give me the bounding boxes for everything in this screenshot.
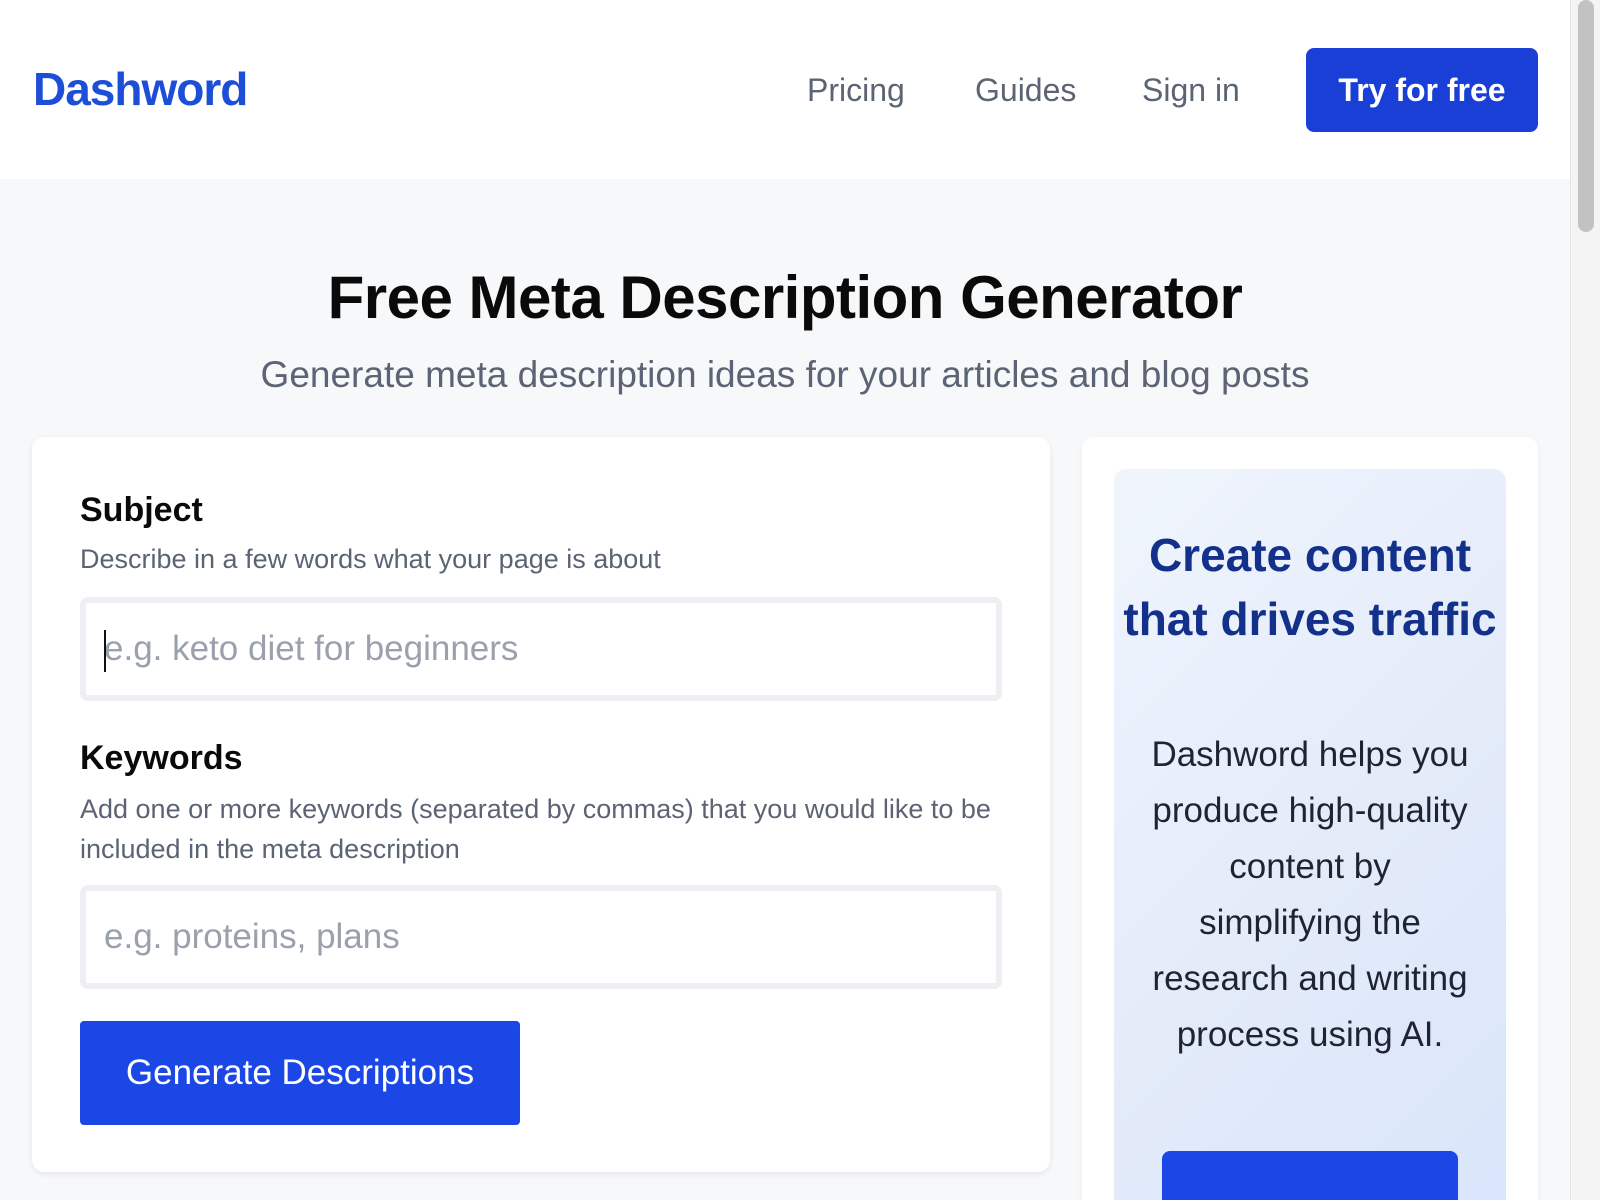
subject-label: Subject — [80, 491, 203, 529]
brand-logo[interactable]: Dashword — [33, 62, 248, 116]
discover-button[interactable]: Discover — [1162, 1151, 1458, 1200]
nav-pricing-link[interactable]: Pricing — [807, 72, 905, 109]
scrollbar-thumb[interactable] — [1578, 0, 1594, 232]
page-title: Free Meta Description Generator — [327, 264, 1243, 331]
keywords-input[interactable] — [80, 885, 1002, 989]
page: Dashword Pricing Guides Sign in Try for … — [0, 0, 1600, 1200]
subject-help-text: Describe in a few words what your page i… — [80, 544, 661, 574]
subject-input[interactable] — [80, 597, 1002, 701]
nav-sign-in-link[interactable]: Sign in — [1142, 72, 1240, 109]
generate-descriptions-button[interactable]: Generate Descriptions — [80, 1021, 520, 1125]
promo-title: Create content that drives traffic — [1123, 529, 1497, 645]
keywords-help-text: Add one or more keywords (separated by c… — [80, 794, 991, 864]
promo-panel: Create content that drives traffic Dashw… — [1114, 469, 1506, 1200]
promo-card: Create content that drives traffic Dashw… — [1082, 437, 1538, 1200]
page-subtitle: Generate meta description ideas for your… — [260, 354, 1310, 395]
text-cursor — [104, 630, 106, 672]
promo-description: Dashword helps you produce high-quality … — [1151, 735, 1469, 1054]
nav-guides-link[interactable]: Guides — [975, 72, 1076, 109]
top-navbar: Dashword Pricing Guides Sign in Try for … — [0, 0, 1570, 179]
keywords-label: Keywords — [80, 739, 243, 777]
generator-form-card: Subject Describe in a few words what you… — [32, 437, 1050, 1172]
try-for-free-button[interactable]: Try for free — [1306, 48, 1538, 132]
